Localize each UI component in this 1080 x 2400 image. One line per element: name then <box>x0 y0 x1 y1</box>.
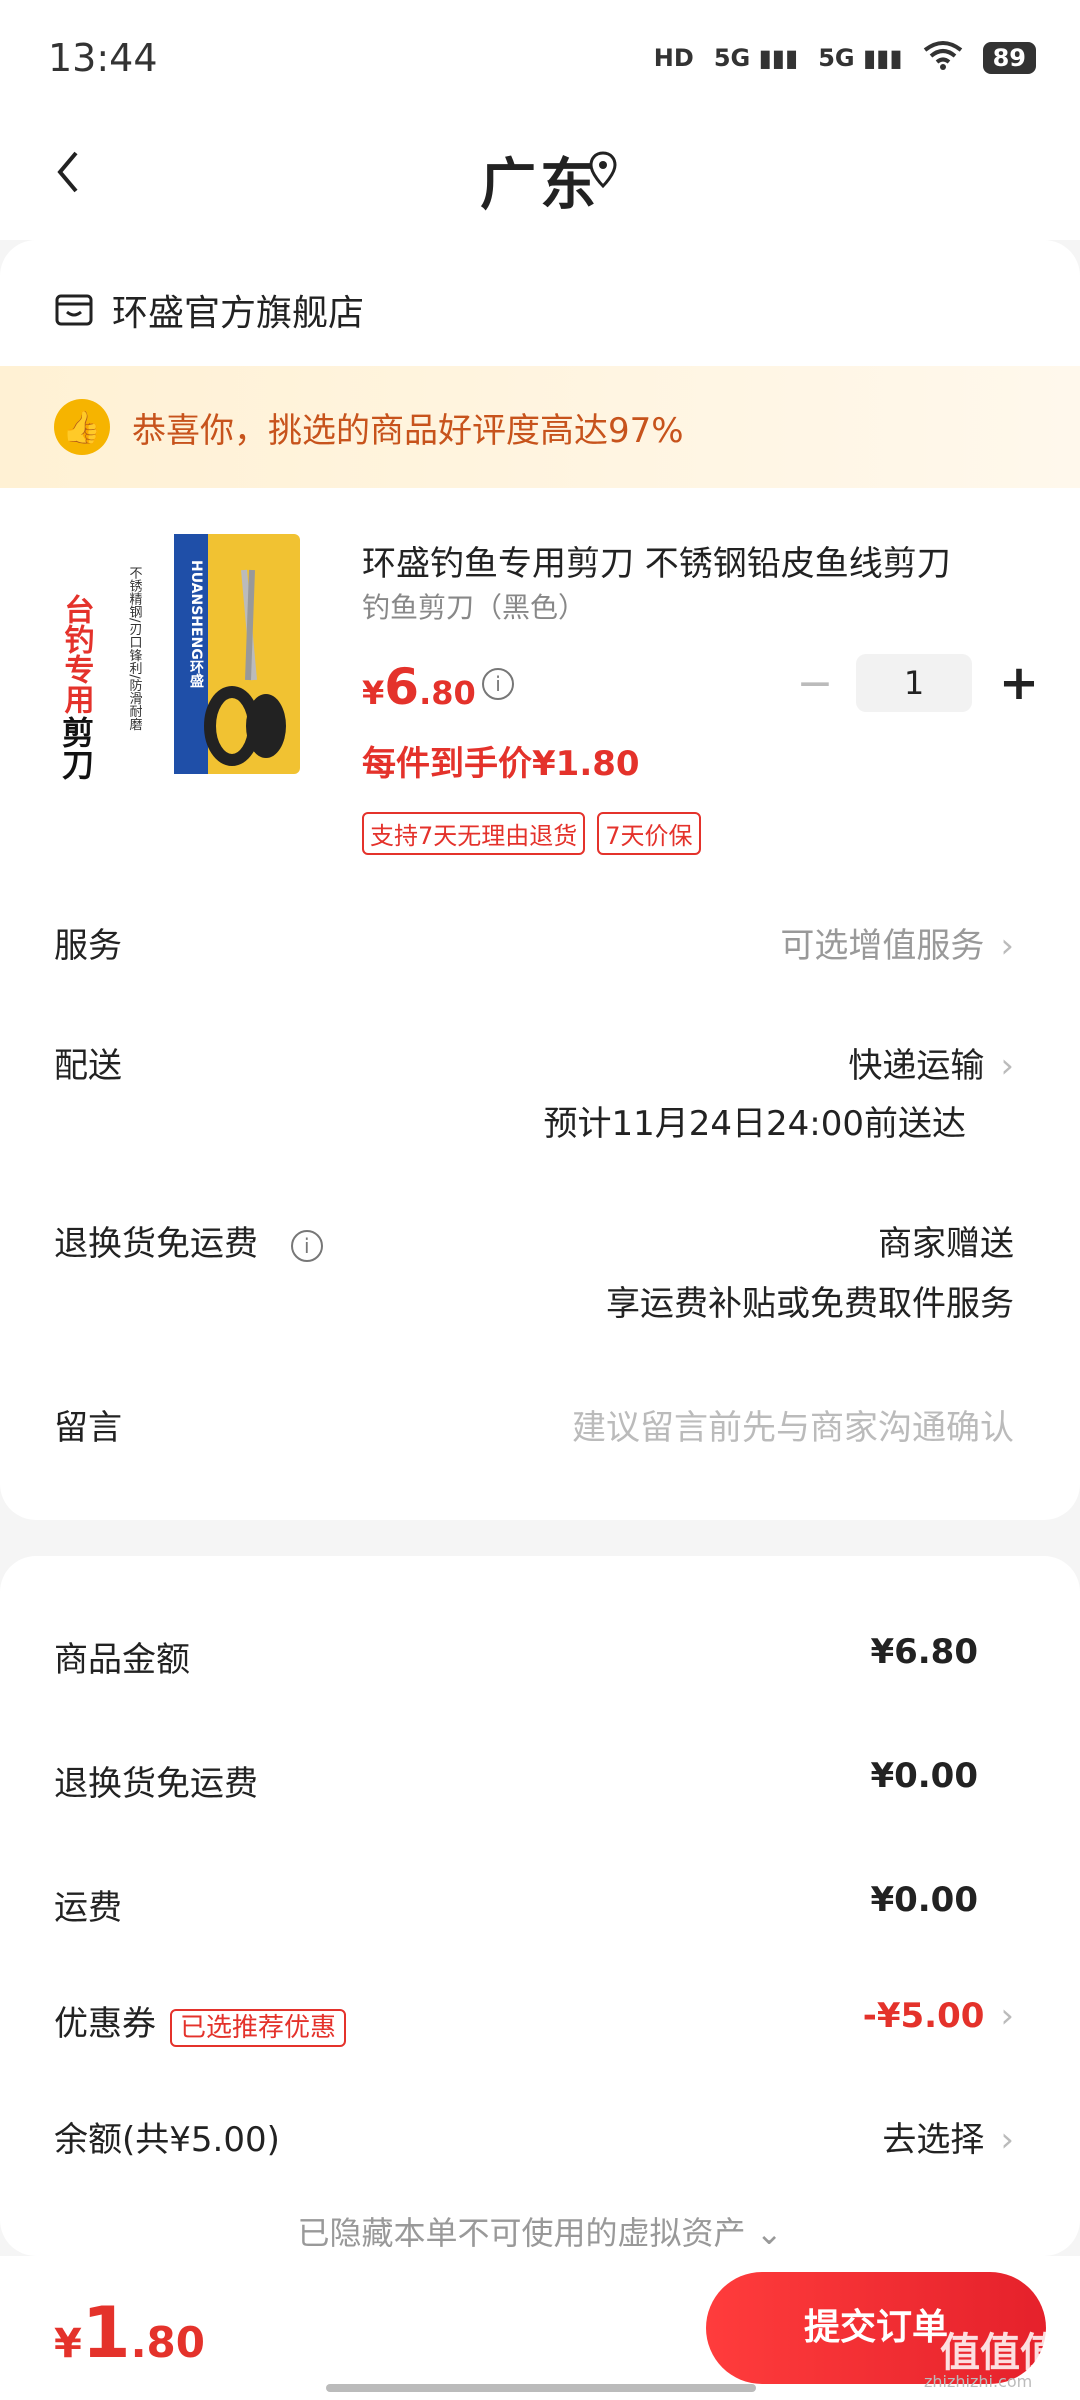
product-image[interactable]: 台钓专用 剪刀 不锈精钢/刃口锋利/防滑耐磨 HUANSHENG环盛 <box>54 530 316 792</box>
coupon-value-group: -¥5.00 › <box>863 1996 1014 2036</box>
return-info-icon[interactable]: i <box>290 1229 323 1262</box>
checkout-bar: ¥1.80 提交订单 <box>0 2256 1080 2400</box>
chevron-right-icon: › <box>1000 2120 1014 2160</box>
return-fee-label: 退换货免运费 <box>54 1764 258 1804</box>
delivery-eta: 预计11月24日24:00前送达 <box>543 1104 966 1144</box>
each-price: 每件到手价¥1.80 <box>362 744 640 784</box>
signal-5g-icon: 5G ▮▮▮ <box>713 44 799 72</box>
status-bar: 13:44 HD 5G ▮▮▮ 5G ▮▮▮ 89 <box>0 0 1080 120</box>
rating-banner: 👍 恭喜你，挑选的商品好评度高达97% <box>0 366 1080 488</box>
price-dec: .80 <box>419 674 476 712</box>
delivery-value: 快递运输 › <box>848 1038 1014 1087</box>
status-time: 13:44 <box>48 36 158 80</box>
balance-value-group: 去选择 › <box>882 2112 1014 2161</box>
goods-amount-label: 商品金额 <box>54 1640 190 1680</box>
thumbs-up-icon: 👍 <box>54 399 110 455</box>
coupon-label-group: 优惠券 已选推荐优惠 <box>54 1996 347 2047</box>
chevron-down-icon: ⌄ <box>755 2214 783 2252</box>
tag-return: 支持7天无理由退货 <box>362 812 586 855</box>
store-name: 环盛官方旗舰店 <box>112 293 365 334</box>
price-summary-card: 商品金额 ¥6.80 退换货免运费 ¥0.00 运费 ¥0.00 优惠券 已选推荐… <box>0 1556 1080 2256</box>
product-tags: 支持7天无理由退货 7天价保 <box>362 812 701 855</box>
chevron-right-icon: › <box>1000 1996 1014 2036</box>
image-brand: HUANSHENG环盛 <box>188 560 204 689</box>
service-value: 可选增值服务 › <box>780 918 1014 967</box>
net-label-1: 5G <box>713 44 751 72</box>
message-input[interactable]: 建议留言前先与商家沟通确认 <box>572 1400 1014 1449</box>
coupon-label: 优惠券 <box>54 2004 156 2044</box>
location-pin-icon[interactable] <box>588 150 618 194</box>
product-price: ¥6.80 <box>362 658 476 716</box>
price-int: 6 <box>384 658 420 716</box>
return-freight-label-text: 退换货免运费 <box>54 1224 258 1264</box>
hidden-assets-note[interactable]: 已隐藏本单不可使用的虚拟资产 ⌄ <box>0 2208 1080 2254</box>
rating-banner-text: 恭喜你，挑选的商品好评度高达97% <box>132 410 684 451</box>
quantity-value[interactable]: 1 <box>856 654 972 712</box>
tag-price-protect: 7天价保 <box>597 812 701 855</box>
order-card: 环盛官方旗舰店 👍 恭喜你，挑选的商品好评度高达97% 台钓专用 剪刀 不锈精钢… <box>0 240 1080 1520</box>
store-icon <box>55 294 93 326</box>
return-freight-value: 商家赠送 <box>878 1224 1014 1264</box>
hd-icon: HD <box>653 44 694 72</box>
quantity-increase-button[interactable]: + <box>994 655 1044 711</box>
hidden-assets-text: 已隐藏本单不可使用的虚拟资产 <box>297 2214 746 2252</box>
chevron-right-icon: › <box>1000 1046 1014 1086</box>
service-value-text: 可选增值服务 <box>780 926 985 966</box>
chevron-right-icon: › <box>1000 926 1014 966</box>
image-text-red: 台钓专用 <box>59 593 95 715</box>
goods-amount-value: ¥6.80 <box>870 1632 978 1672</box>
signal-5g-icon-2: 5G ▮▮▮ <box>818 44 903 72</box>
total-int: 1 <box>81 2292 131 2374</box>
total-symbol: ¥ <box>54 2321 82 2367</box>
wifi-icon <box>923 40 963 76</box>
store-header[interactable]: 环盛官方旗舰店 <box>54 284 364 336</box>
quantity-decrease-button[interactable]: − <box>790 658 840 709</box>
net-label-2: 5G <box>818 44 855 72</box>
price-symbol: ¥ <box>362 674 385 712</box>
total-price: ¥1.80 <box>54 2292 205 2374</box>
total-dec: .80 <box>130 2318 205 2367</box>
delivery-method: 快递运输 <box>848 1046 985 1086</box>
watermark-logo: 值值值 <box>940 2330 1060 2376</box>
quantity-stepper: − 1 + <box>790 654 1044 712</box>
product-spec[interactable]: 钓鱼剪刀（黑色） <box>362 586 586 626</box>
service-label: 服务 <box>54 926 122 966</box>
price-info-icon[interactable]: i <box>482 668 514 700</box>
coupon-tag: 已选推荐优惠 <box>170 2009 347 2047</box>
coupon-value: -¥5.00 <box>862 1996 985 2036</box>
return-freight-label: 退换货免运费 i <box>54 1216 323 1265</box>
watermark-url: zhizhizhi.com <box>924 2372 1033 2391</box>
image-text-black: 剪刀 <box>57 716 95 781</box>
nav-bar: 广东 <box>0 120 1080 240</box>
page-title: 广东 <box>480 153 600 218</box>
return-note: 享运费补贴或免费取件服务 <box>606 1284 1014 1324</box>
balance-label: 余额(共¥5.00) <box>54 2120 280 2160</box>
shipping-value: ¥0.00 <box>870 1880 978 1920</box>
message-label: 留言 <box>54 1408 122 1448</box>
shipping-label: 运费 <box>54 1888 122 1928</box>
status-icons: HD 5G ▮▮▮ 5G ▮▮▮ 89 <box>654 40 1036 76</box>
product-title[interactable]: 环盛钓鱼专用剪刀 不锈钢铅皮鱼线剪刀 <box>362 536 1002 585</box>
delivery-label: 配送 <box>54 1046 122 1086</box>
image-text-side: 不锈精钢/刃口锋利/防滑耐磨 <box>127 566 143 732</box>
balance-value: 去选择 <box>882 2120 985 2160</box>
battery-icon: 89 <box>982 42 1036 74</box>
home-indicator[interactable] <box>326 2384 756 2392</box>
return-fee-value: ¥0.00 <box>870 1756 978 1796</box>
